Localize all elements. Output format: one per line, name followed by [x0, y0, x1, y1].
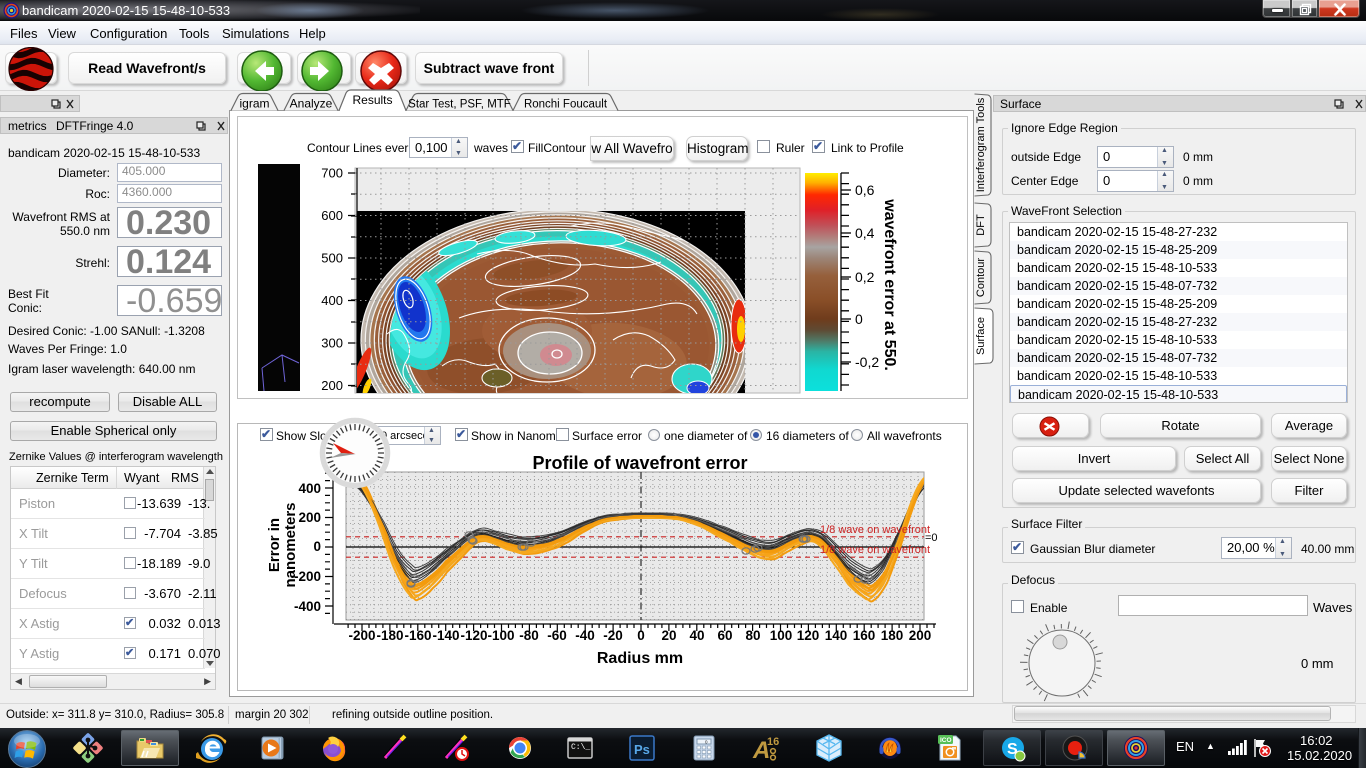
svg-text:180: 180 — [881, 628, 904, 643]
svg-text:Ronchi Foucault: Ronchi Foucault — [524, 99, 608, 111]
svg-text:Contour: Contour — [975, 258, 987, 297]
svg-text:600: 600 — [321, 208, 343, 223]
svg-text:700: 700 — [321, 166, 343, 181]
svg-text:200: 200 — [298, 510, 321, 525]
svg-text:20: 20 — [661, 628, 676, 643]
svg-text:Star Test, PSF, MTF: Star Test, PSF, MTF — [408, 99, 511, 111]
svg-text:DFT: DFT — [975, 214, 987, 236]
svg-text:Surface: Surface — [975, 317, 987, 355]
svg-text:-40: -40 — [575, 628, 595, 643]
svg-text:1/8 wave on wavefront: 1/8 wave on wavefront — [820, 544, 930, 556]
svg-text:-100: -100 — [487, 628, 514, 643]
svg-text:-0,2: -0,2 — [855, 354, 879, 370]
svg-text:-180: -180 — [376, 628, 403, 643]
svg-text:Radius mm: Radius mm — [597, 650, 683, 667]
svg-text:-140: -140 — [432, 628, 459, 643]
svg-text:120: 120 — [797, 628, 820, 643]
svg-text:Ps: Ps — [634, 742, 650, 757]
svg-text:400: 400 — [321, 293, 343, 308]
svg-text:-80: -80 — [519, 628, 539, 643]
svg-text:500: 500 — [321, 251, 343, 266]
svg-text:Profile of wavefront error: Profile of wavefront error — [532, 453, 747, 473]
svg-text:Error in: Error in — [266, 518, 283, 572]
svg-text:-200: -200 — [348, 628, 375, 643]
svg-text:-20: -20 — [603, 628, 623, 643]
svg-text:200: 200 — [909, 628, 932, 643]
svg-text:-160: -160 — [404, 628, 431, 643]
svg-text:Results: Results — [352, 93, 392, 107]
svg-text:0: 0 — [855, 311, 863, 327]
svg-text:0,4: 0,4 — [855, 225, 875, 241]
svg-text:-60: -60 — [547, 628, 567, 643]
svg-text:140: 140 — [825, 628, 848, 643]
svg-text:0,2: 0,2 — [855, 269, 875, 285]
svg-text:Analyze: Analyze — [290, 97, 333, 111]
svg-text:-120: -120 — [460, 628, 487, 643]
svg-text:nanometers: nanometers — [282, 502, 299, 587]
svg-text:40: 40 — [689, 628, 704, 643]
svg-text:300: 300 — [321, 336, 343, 351]
svg-text:0: 0 — [313, 539, 321, 554]
svg-text:-400: -400 — [294, 599, 321, 614]
svg-text:80: 80 — [745, 628, 760, 643]
svg-text:1/8 wave on wavefront: 1/8 wave on wavefront — [820, 524, 930, 536]
svg-text:0,6: 0,6 — [855, 182, 875, 198]
svg-text:16: 16 — [767, 736, 779, 748]
svg-text:Interferogram Tools: Interferogram Tools — [975, 97, 987, 192]
svg-text:0: 0 — [637, 628, 645, 643]
svg-text:100: 100 — [770, 628, 793, 643]
svg-text:igram: igram — [239, 97, 269, 111]
svg-text:wavefront error at 550.: wavefront error at 550. — [881, 198, 898, 371]
svg-text:160: 160 — [853, 628, 876, 643]
svg-text:60: 60 — [717, 628, 732, 643]
svg-text:=0: =0 — [925, 532, 938, 544]
svg-text:C:\_: C:\_ — [571, 743, 590, 752]
svg-text:200: 200 — [321, 378, 343, 393]
svg-text:ICO: ICO — [940, 737, 952, 744]
